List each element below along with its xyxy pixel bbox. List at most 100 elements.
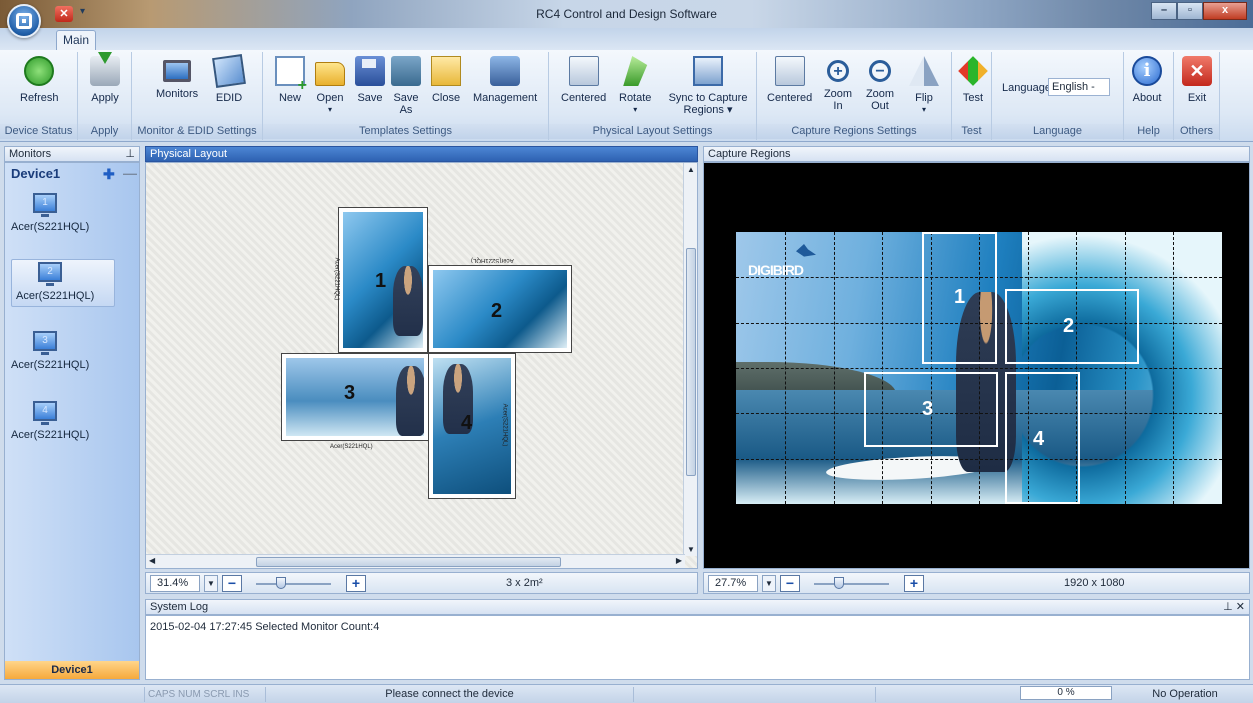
physical-size-info: 3 x 2m² <box>506 577 543 589</box>
physical-zoom-input[interactable]: 31.4% <box>150 575 200 592</box>
physical-zoom-minus-button[interactable]: − <box>222 575 242 592</box>
capture-zoom-slider[interactable] <box>814 583 889 585</box>
monitor-item-2[interactable]: 2 Acer(S221HQL) <box>11 259 115 307</box>
capture-regions-canvas[interactable]: DIGIBIRD 1 2 3 4 <box>703 162 1250 569</box>
monitors-pane: Device1 ✚ — 1 Acer(S221HQL) 2 Acer(S221H… <box>4 162 140 680</box>
physical-zoom-slider-thumb[interactable] <box>276 577 286 589</box>
group-label: Templates Settings <box>263 124 548 139</box>
group-label: Device Status <box>0 124 77 139</box>
group-label: Apply <box>78 124 131 139</box>
physical-horizontal-scrollbar[interactable]: ◀ ▶ <box>146 554 685 568</box>
group-label: Others <box>1174 124 1219 139</box>
progress-bar: 0 % <box>1020 686 1112 700</box>
monitors-button[interactable]: Monitors <box>156 56 198 100</box>
capture-region-1[interactable]: 1 <box>922 232 997 364</box>
app-menu-orb-icon[interactable] <box>7 4 41 38</box>
refresh-button[interactable]: Refresh <box>20 56 59 104</box>
physical-centered-button[interactable]: Centered <box>561 56 606 104</box>
scroll-left-icon[interactable]: ◀ <box>149 556 155 565</box>
monitors-pane-header: Monitors ⊥ <box>4 146 140 162</box>
save-button[interactable]: Save <box>355 56 385 104</box>
physical-vertical-scrollbar[interactable]: ▲ ▼ <box>683 163 697 556</box>
scroll-right-icon[interactable]: ▶ <box>676 556 682 565</box>
group-label: Help <box>1124 124 1173 139</box>
digibird-logo: DIGIBIRD <box>748 262 804 278</box>
chevron-down-icon[interactable]: ▼ <box>204 575 218 592</box>
sync-capture-regions-button[interactable]: Sync to Capture Regions ▾ <box>663 56 753 116</box>
capture-zoom-plus-button[interactable]: + <box>904 575 924 592</box>
flip-button[interactable]: Flip ▾ <box>909 56 939 116</box>
capture-zoom-minus-button[interactable]: − <box>780 575 800 592</box>
add-device-icon[interactable]: ✚ <box>103 166 115 183</box>
close-template-icon <box>431 56 461 86</box>
close-template-button[interactable]: Close <box>431 56 461 104</box>
scroll-down-icon[interactable]: ▼ <box>687 545 695 554</box>
scroll-up-icon[interactable]: ▲ <box>687 165 695 174</box>
remove-device-icon[interactable]: — <box>123 165 137 181</box>
save-as-icon <box>391 56 421 86</box>
open-button[interactable]: Open ▾ <box>315 56 345 116</box>
physical-screen-3[interactable]: 3 Acer(S221HQL) <box>281 353 429 450</box>
monitor-item-1[interactable]: 1 Acer(S221HQL) <box>7 191 117 239</box>
apply-button[interactable]: Apply <box>90 52 120 104</box>
ribbon-tab-strip <box>0 28 1253 50</box>
save-icon <box>355 56 385 86</box>
capture-zoom-slider-thumb[interactable] <box>834 577 844 589</box>
physical-screen-4[interactable]: 4 Acer(S221HQL) <box>428 353 516 499</box>
monitor-item-4[interactable]: 4 Acer(S221HQL) <box>7 399 117 447</box>
device-footer-tab[interactable]: Device1 <box>5 661 139 679</box>
physical-zoom-plus-button[interactable]: + <box>346 575 366 592</box>
management-button[interactable]: Management <box>473 56 537 104</box>
physical-screen-2[interactable]: 2 Acer(S221HQL) <box>428 257 572 353</box>
group-label: Physical Layout Settings <box>549 124 756 139</box>
physical-zoom-slider[interactable] <box>256 583 331 585</box>
group-test: Test Test <box>952 52 992 140</box>
language-select[interactable]: English - <box>1048 78 1110 96</box>
save-as-button[interactable]: Save As <box>391 56 421 116</box>
keyboard-indicators: CAPS NUM SCRL INS <box>148 687 266 702</box>
zoom-out-button[interactable]: − Zoom Out <box>863 56 897 112</box>
group-device-status: Refresh Device Status <box>0 52 78 140</box>
window-close-button[interactable]: x <box>1203 2 1247 20</box>
center-icon <box>774 56 805 86</box>
capture-region-2[interactable]: 2 <box>1005 289 1139 364</box>
test-button[interactable]: Test <box>958 56 988 104</box>
rotate-button[interactable]: Rotate ▾ <box>619 56 651 116</box>
capture-source-image: DIGIBIRD 1 2 3 4 <box>736 232 1222 504</box>
new-button[interactable]: New <box>275 56 307 104</box>
device-title: Device1 <box>11 166 61 181</box>
physical-layout-canvas[interactable]: 1 Acer(S221HQL) 2 Acer(S221HQL) 3 Acer(S… <box>145 162 698 569</box>
group-label: Capture Regions Settings <box>757 124 951 139</box>
capture-zoom-input[interactable]: 27.7% <box>708 575 758 592</box>
sync-icon <box>693 56 723 86</box>
log-entry: 2015-02-04 17:27:45 Selected Monitor Cou… <box>150 621 380 633</box>
monitor-icon: 1 <box>33 193 57 217</box>
scroll-thumb[interactable] <box>256 557 561 567</box>
ribbon: Refresh Device Status Apply Apply Monito… <box>0 50 1253 142</box>
capture-centered-button[interactable]: Centered <box>767 56 812 104</box>
capture-resolution: 1920 x 1080 <box>1064 577 1125 589</box>
tab-main[interactable]: Main <box>56 30 96 50</box>
zoom-in-button[interactable]: + Zoom In <box>821 56 855 112</box>
exit-button[interactable]: ✕ Exit <box>1182 56 1212 104</box>
capture-zoom-bar: 27.7% ▼ − + 1920 x 1080 <box>703 572 1250 594</box>
capture-region-3[interactable]: 3 <box>864 372 998 447</box>
pin-close-icon[interactable]: ⊥ ✕ <box>1223 600 1245 615</box>
flip-icon <box>909 56 939 86</box>
scroll-thumb[interactable] <box>686 248 696 476</box>
management-icon <box>490 56 521 86</box>
capture-region-4[interactable]: 4 <box>1005 372 1080 504</box>
status-bar: CAPS NUM SCRL INS Please connect the dev… <box>0 684 1253 703</box>
system-log-header: System Log ⊥ ✕ <box>145 599 1250 615</box>
physical-screen-1[interactable]: 1 Acer(S221HQL) <box>333 207 428 353</box>
about-button[interactable]: i About <box>1132 56 1162 104</box>
folder-icon <box>315 62 345 86</box>
pin-icon[interactable]: ⊥ <box>125 147 135 162</box>
maximize-button[interactable]: ▫ <box>1177 2 1203 20</box>
edid-button[interactable]: EDID <box>212 54 246 104</box>
chevron-down-icon[interactable]: ▼ <box>762 575 776 592</box>
minimize-button[interactable]: – <box>1151 2 1177 20</box>
zoom-out-icon: − <box>869 60 891 82</box>
monitor-item-3[interactable]: 3 Acer(S221HQL) <box>7 329 117 377</box>
test-icon <box>958 56 988 86</box>
